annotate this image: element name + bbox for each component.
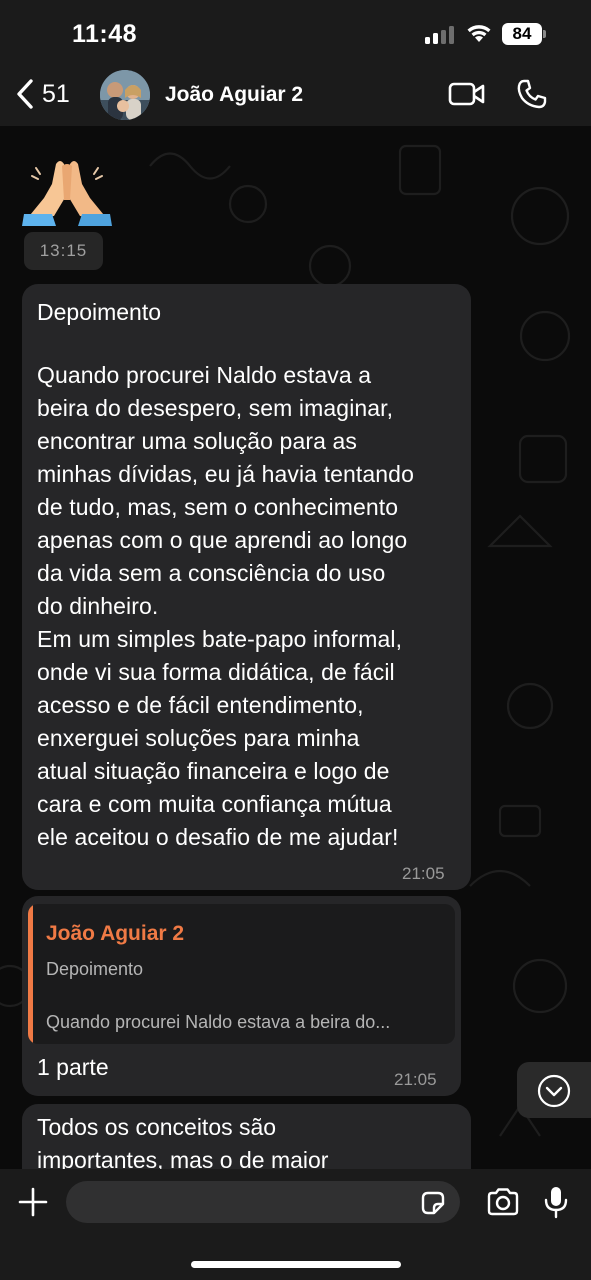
avatar[interactable] <box>100 70 150 120</box>
wifi-icon <box>467 25 491 42</box>
quote-title: Depoimento <box>46 959 144 979</box>
chevron-down-icon <box>537 1074 571 1108</box>
reply-message-bubble[interactable]: João Aguiar 2 Depoimento Quando procurei… <box>22 896 461 1096</box>
scroll-down-button[interactable] <box>517 1062 591 1118</box>
sticker-timestamp: 13:15 <box>24 232 103 270</box>
quote-accent-bar <box>28 904 33 1044</box>
unread-count: 51 <box>42 79 70 108</box>
battery-indicator: 84 <box>502 23 542 45</box>
home-indicator <box>191 1261 401 1268</box>
battery-tip <box>543 30 546 38</box>
message-line: enxerguei soluções para minha <box>37 725 360 751</box>
message-input[interactable] <box>66 1181 460 1223</box>
message-line: da vida sem a consciência do uso <box>37 560 386 586</box>
quote-preview: Quando procurei Naldo estava a beira do.… <box>46 1012 391 1032</box>
phone-icon[interactable] <box>516 78 548 110</box>
message-line: de tudo, mas, sem o conhecimento <box>37 494 399 520</box>
message-line: Quando procurei Naldo estava a <box>37 362 372 388</box>
microphone-icon[interactable] <box>543 1185 569 1219</box>
status-bar: 11:48 84 <box>0 0 591 62</box>
message-bubble[interactable]: Depoimento Quando procurei Naldo estava … <box>22 284 471 890</box>
message-line: Em um simples bate-papo informal, <box>37 626 403 652</box>
chat-area[interactable]: 13:15 Depoimento Quando procurei Naldo e… <box>0 126 591 1169</box>
quote-author: João Aguiar 2 <box>46 922 185 945</box>
status-time: 11:48 <box>72 20 138 48</box>
chat-header: 51 João Aguiar 2 <box>0 62 591 126</box>
back-chevron-icon <box>17 79 33 109</box>
praying-hands-icon <box>22 161 112 226</box>
message-timestamp: 21:05 <box>394 1070 437 1089</box>
reply-text: 1 parte <box>37 1054 109 1080</box>
message-line: apenas com o que aprendi ao longo <box>37 527 408 553</box>
message-line: minhas dívidas, eu já havia tentando <box>37 461 414 487</box>
message-line: cara e com muita confiança mútua <box>37 791 392 817</box>
message-line: importantes, mas o de maior <box>37 1147 329 1169</box>
message-line: onde vi sua forma didática, de fácil <box>37 659 395 685</box>
message-timestamp: 21:05 <box>402 864 445 883</box>
message-line: atual situação financeira e logo de <box>37 758 390 784</box>
plus-icon[interactable] <box>18 1187 48 1217</box>
camera-icon[interactable] <box>486 1187 520 1217</box>
cellular-signal-icon <box>425 26 457 44</box>
back-button[interactable]: 51 <box>14 74 70 114</box>
message-bubble[interactable]: Todos os conceitos são importantes, mas … <box>22 1104 471 1169</box>
message-line: encontrar uma solução para as <box>37 428 357 454</box>
video-call-icon[interactable] <box>448 80 486 108</box>
sticker-icon[interactable] <box>419 1189 447 1217</box>
message-line: acesso e de fácil entendimento, <box>37 692 364 718</box>
message-line: Todos os conceitos são <box>37 1114 277 1140</box>
message-line: beira do desespero, sem imaginar, <box>37 395 394 421</box>
message-line: do dinheiro. <box>37 593 159 619</box>
contact-name[interactable]: João Aguiar 2 <box>165 83 303 107</box>
composer-bar <box>0 1169 591 1280</box>
message-title: Depoimento <box>37 299 162 325</box>
quoted-message[interactable]: João Aguiar 2 Depoimento Quando procurei… <box>28 904 455 1044</box>
praying-hands-sticker[interactable] <box>22 144 112 226</box>
message-line: ele aceitou o desafio de me ajudar! <box>37 824 399 850</box>
